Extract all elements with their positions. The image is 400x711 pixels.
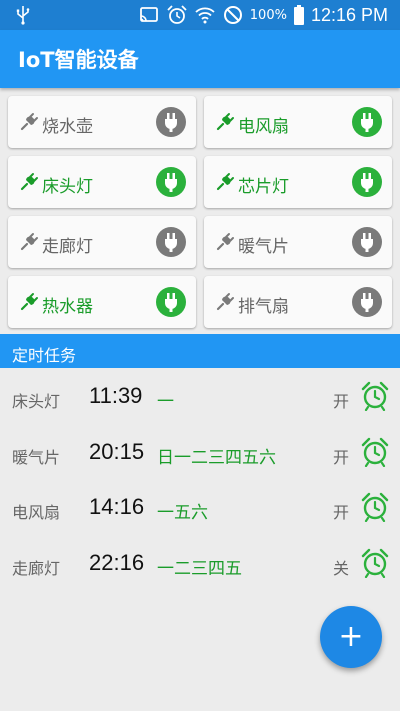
power-plug-toggle-icon[interactable] [352, 167, 382, 197]
alarm-icon [167, 5, 187, 24]
task-action: 开 [333, 392, 350, 411]
alarm-clock-icon[interactable] [361, 548, 389, 578]
task-action: 开 [333, 447, 350, 467]
device-card[interactable]: 暖气片 [204, 216, 392, 268]
task-row[interactable]: 电风扇 14:16 一五六 开 [0, 481, 400, 537]
task-device: 电风扇 [12, 503, 61, 522]
battery-percent: 100% [249, 7, 287, 23]
task-row[interactable]: 暖气片 20:15 日一二三四五六 开 [0, 426, 400, 482]
cast-icon [139, 7, 158, 22]
alarm-clock-icon[interactable] [361, 381, 389, 412]
section-title: 定时任务 [12, 346, 77, 365]
task-days: 一五六 [157, 503, 208, 523]
task-time: 22:16 [89, 549, 145, 575]
device-name: 走廊灯 [42, 237, 93, 257]
scheduled-tasks-header: 定时任务 [0, 334, 400, 368]
plug-icon [214, 171, 236, 193]
device-grid: 烧水壶 电风扇床头灯 芯片灯走廊灯 暖气片热水器 排气扇 [8, 96, 392, 328]
task-row[interactable]: 走廊灯 22:16 一二三四五 关 [0, 537, 400, 593]
alarm-clock-icon[interactable] [361, 437, 389, 467]
app-title: IoT智能设备 [18, 48, 139, 72]
wifi-icon [195, 7, 215, 24]
device-name: 电风扇 [238, 117, 289, 137]
device-card[interactable]: 排气扇 [204, 276, 392, 328]
task-device: 走廊灯 [12, 558, 61, 578]
device-name: 芯片灯 [238, 177, 289, 197]
plug-icon [18, 171, 40, 193]
task-time: 14:16 [89, 494, 145, 519]
status-bar: 100% 12:16 PM [0, 0, 400, 30]
clock: 12:16 PM [310, 4, 388, 25]
plus-icon: + [338, 619, 364, 654]
plug-icon [214, 231, 236, 253]
power-plug-toggle-icon[interactable] [156, 227, 186, 257]
plug-icon [214, 111, 236, 133]
task-time: 11:39 [89, 383, 143, 408]
power-plug-toggle-icon[interactable] [352, 107, 382, 137]
device-card[interactable]: 芯片灯 [204, 156, 392, 208]
add-task-button[interactable]: + [320, 606, 382, 668]
device-card[interactable]: 电风扇 [204, 96, 392, 148]
do-not-disturb-icon [223, 6, 242, 24]
power-plug-toggle-icon[interactable] [352, 287, 382, 317]
task-row[interactable]: 床头灯 11:39 一 开 [0, 370, 400, 426]
plug-icon [18, 231, 40, 253]
task-action: 开 [333, 503, 350, 522]
device-name: 排气扇 [238, 297, 289, 317]
task-days: 一 [157, 392, 174, 412]
power-plug-toggle-icon[interactable] [156, 287, 186, 317]
plug-icon [18, 291, 40, 313]
task-days: 日一二三四五六 [157, 447, 276, 468]
device-card[interactable]: 床头灯 [8, 156, 196, 208]
battery-icon [293, 5, 304, 25]
device-card[interactable]: 烧水壶 [8, 96, 196, 148]
device-name: 热水器 [42, 297, 93, 317]
device-card[interactable]: 走廊灯 [8, 216, 196, 268]
task-days: 一二三四五 [157, 558, 242, 579]
alarm-clock-icon[interactable] [361, 492, 389, 523]
task-time: 20:15 [89, 438, 145, 464]
app-bar: IoT智能设备 [0, 30, 400, 88]
task-device: 床头灯 [12, 392, 61, 411]
power-plug-toggle-icon[interactable] [352, 227, 382, 257]
power-plug-toggle-icon[interactable] [156, 167, 186, 197]
usb-icon [16, 6, 30, 25]
device-name: 床头灯 [42, 177, 93, 197]
task-device: 暖气片 [12, 447, 61, 467]
task-action: 关 [333, 558, 350, 578]
device-card[interactable]: 热水器 [8, 276, 196, 328]
device-name: 暖气片 [238, 237, 289, 257]
device-name: 烧水壶 [42, 117, 93, 137]
plug-icon [214, 291, 236, 313]
plug-icon [18, 111, 40, 133]
power-plug-toggle-icon[interactable] [156, 107, 186, 137]
